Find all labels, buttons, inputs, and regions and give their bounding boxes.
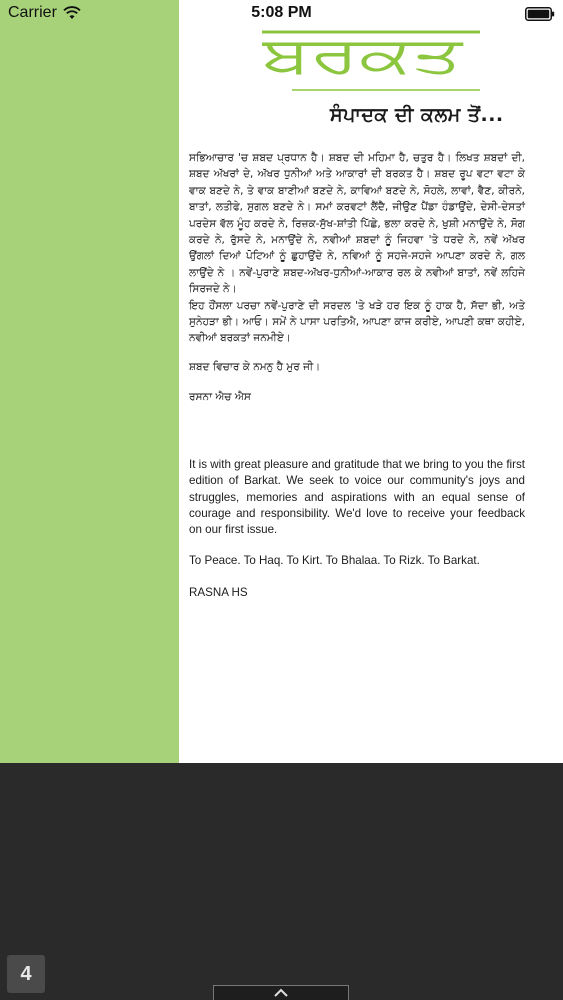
green-side-panel [0, 0, 179, 763]
battery-icon [525, 7, 555, 21]
thumbnail-drawer-handle[interactable] [213, 985, 349, 1000]
magazine-page[interactable]: ਬਰਕਤ ਸੰਪਾਦਕ ਦੀ ਕਲਮ ਤੋਂ... ਸਭਿਆਚਾਰ 'ਚ ਸ਼ਬ… [0, 0, 563, 763]
reader-app: ਬਰਕਤ ਸੰਪਾਦਕ ਦੀ ਕਲਮ ਤੋਂ... ਸਭਿਆਚਾਰ 'ਚ ਸ਼ਬ… [0, 0, 563, 1000]
punjabi-editorial: ਸਭਿਆਚਾਰ 'ਚ ਸ਼ਬਦ ਪ੍ਰਧਾਨ ਹੈ। ਸ਼ਬਦ ਦੀ ਮਹਿਮਾ… [189, 150, 525, 406]
punjabi-paragraph: ਇਹ ਹੌਂਸਲਾ ਪਰਚਾ ਨਵੇਂ-ਪੁਰਾਣੇ ਦੀ ਸਰਦਲ 'ਤੇ ਖ… [189, 299, 525, 345]
punjabi-paragraph: ਸ਼ਬਦ ਵਿਚਾਰ ਕੇ ਨਮਨੁ ਹੈ ਮੁਰ ਜੀ। [189, 360, 321, 373]
chevron-up-icon [274, 988, 288, 997]
editorial-subtitle: ਸੰਪਾਦਕ ਦੀ ਕਲਮ ਤੋਂ... [330, 104, 504, 126]
english-paragraph: It is with great pleasure and gratitude … [189, 458, 525, 537]
masthead-title: ਬਰਕਤ [262, 26, 464, 84]
punjabi-paragraph: ਸਭਿਆਚਾਰ 'ਚ ਸ਼ਬਦ ਪ੍ਰਧਾਨ ਹੈ। ਸ਼ਬਦ ਦੀ ਮਹਿਮਾ… [189, 152, 525, 296]
masthead-logo-graphic: ਬਰਕਤ [260, 26, 480, 91]
page-number-badge[interactable]: 4 [7, 955, 45, 993]
english-editorial: It is with great pleasure and gratitude … [189, 457, 525, 601]
english-signature: RASNA HS [189, 585, 248, 599]
masthead-logo: ਬਰਕਤ [260, 26, 542, 96]
punjabi-signature: ਰਸਨਾ ਐਚ ਐਸ [189, 391, 251, 404]
status-bar: Carrier 5:08 PM [0, 0, 563, 28]
english-paragraph: To Peace. To Haq. To Kirt. To Bhalaa. To… [189, 554, 480, 568]
status-time: 5:08 PM [251, 4, 312, 21]
